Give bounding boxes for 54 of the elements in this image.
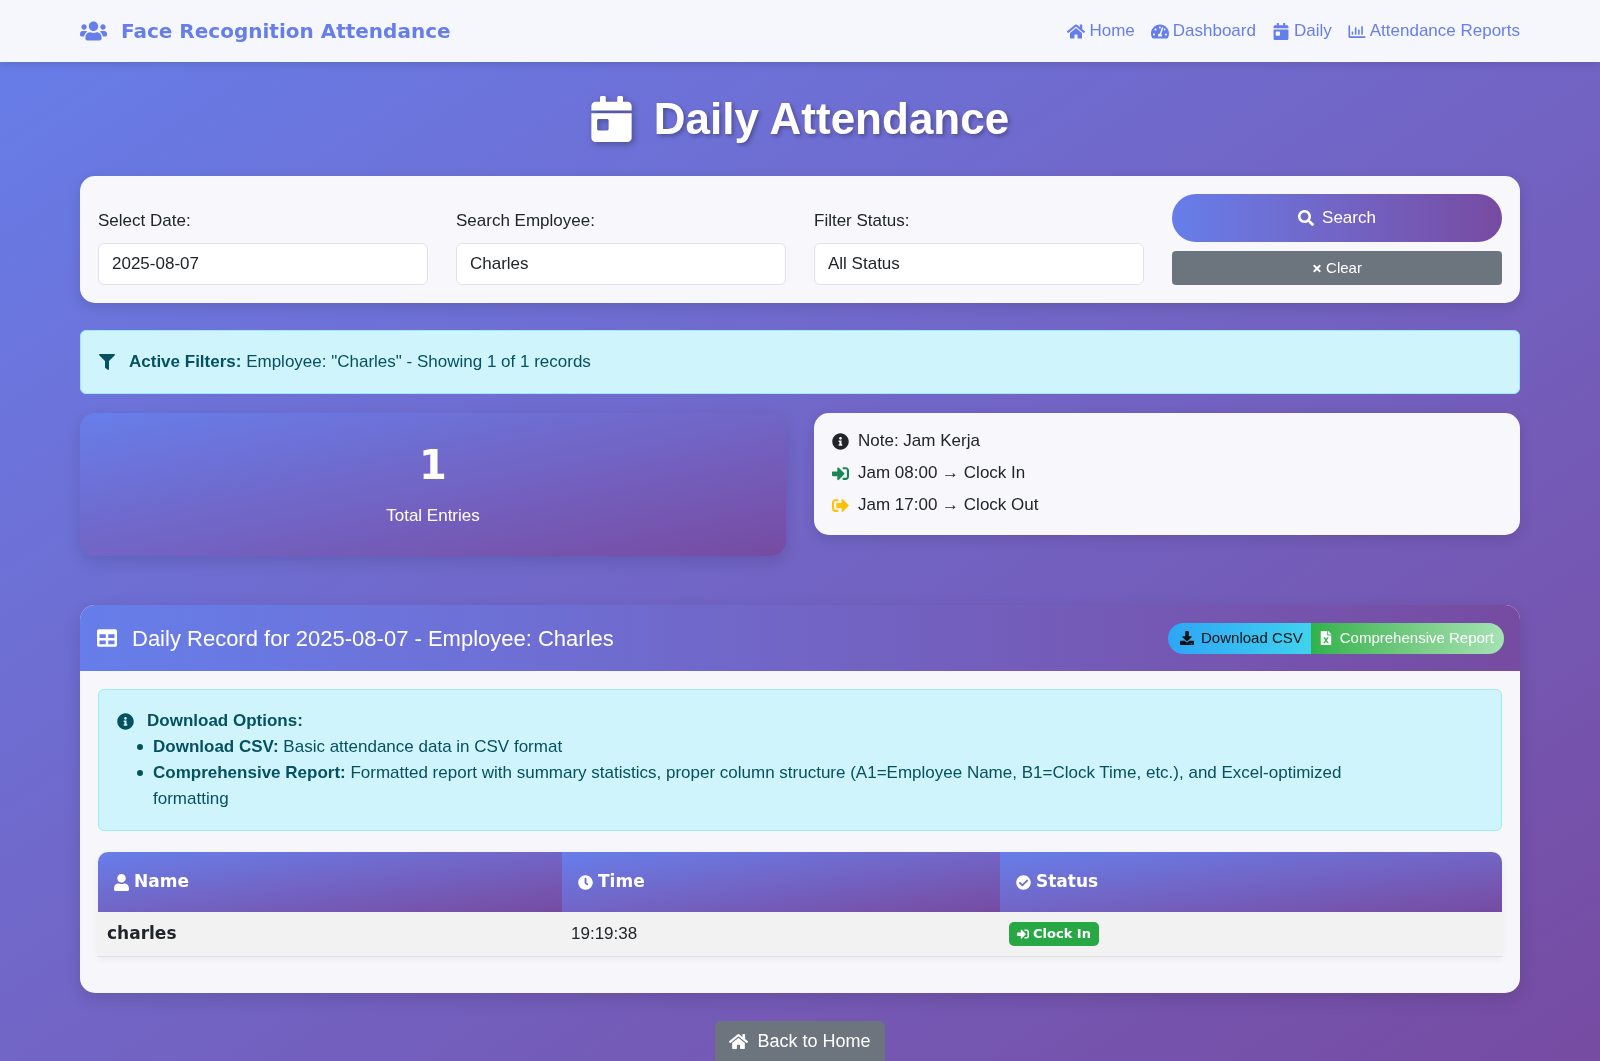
name-cell-text: charles bbox=[107, 922, 177, 946]
status-badge: Clock In bbox=[1009, 922, 1099, 946]
nav-link[interactable]: Daily bbox=[1271, 18, 1332, 44]
column-title: Name bbox=[134, 870, 189, 894]
active-filters-text: Active Filters: Employee: "Charles" - Showing 1 of 1 records bbox=[129, 351, 591, 374]
employee-search-field[interactable]: Charles bbox=[456, 243, 786, 285]
brand-link[interactable]: Face Recognition Attendance bbox=[121, 16, 451, 46]
column-title: Status bbox=[1036, 870, 1099, 894]
info-icon bbox=[117, 712, 134, 730]
home-icon bbox=[1067, 22, 1086, 40]
sign-in-icon bbox=[1017, 928, 1029, 940]
status-filter-field[interactable]: All Status bbox=[814, 243, 1144, 285]
calendar-icon bbox=[1271, 22, 1290, 40]
record-title: Daily Record for 2025-08-07 - Employee: Charles bbox=[132, 624, 614, 653]
filter-icon bbox=[99, 354, 115, 370]
gauge-icon bbox=[1150, 22, 1169, 40]
search-icon bbox=[1298, 210, 1315, 226]
note-text: Jam 08:00 → Clock In bbox=[858, 462, 1026, 485]
nav-link[interactable]: Dashboard bbox=[1150, 18, 1256, 44]
home-icon bbox=[729, 1033, 749, 1050]
calendar-icon bbox=[590, 96, 632, 142]
sign-in-icon bbox=[832, 464, 849, 482]
page-title: Daily Attendance bbox=[653, 93, 1010, 145]
stat-value: 1 bbox=[419, 440, 447, 489]
user-icon bbox=[114, 873, 129, 891]
nav-link[interactable]: Attendance Reports bbox=[1347, 18, 1520, 44]
stat-label: Total Entries bbox=[386, 504, 480, 527]
download-icon bbox=[1180, 631, 1195, 645]
bullet-icon bbox=[137, 770, 143, 776]
table-icon bbox=[96, 628, 118, 648]
column-title: Time bbox=[598, 870, 645, 894]
close-icon bbox=[1312, 262, 1323, 274]
bullet-icon bbox=[137, 744, 143, 750]
search-button[interactable]: Search bbox=[1172, 194, 1502, 242]
date-field[interactable]: 2025-08-07 bbox=[98, 243, 428, 285]
note-text: Note: Jam Kerja bbox=[858, 430, 980, 453]
time-cell-text: 19:19:38 bbox=[571, 923, 638, 946]
download-option-text: Download CSV: Basic attendance data in CSV format bbox=[153, 736, 563, 758]
field-label: Search Employee: bbox=[456, 209, 596, 232]
download-options-title: Download Options: bbox=[147, 710, 303, 732]
users-icon bbox=[80, 20, 107, 42]
field-label: Filter Status: bbox=[814, 209, 911, 232]
clear-button[interactable]: Clear bbox=[1172, 251, 1502, 285]
info-icon bbox=[832, 432, 849, 450]
note-text: Jam 17:00 → Clock Out bbox=[858, 494, 1039, 517]
download-option-text: Comprehensive Report: Formatted report with summary statistics, proper column structure (A1=Employee Name, B1=Clock Time, etc.), and Excel-optimized formatting bbox=[153, 762, 1343, 810]
download-csv-button[interactable]: Download CSV bbox=[1168, 622, 1311, 654]
field-label: Select Date: bbox=[98, 209, 192, 232]
clock-icon bbox=[578, 873, 593, 891]
bar-chart-icon bbox=[1347, 22, 1366, 40]
back-to-home-button[interactable]: Back to Home bbox=[715, 1021, 885, 1061]
sign-out-icon bbox=[832, 496, 849, 514]
nav-link[interactable]: Home bbox=[1067, 18, 1135, 44]
spreadsheet-file-icon bbox=[1318, 631, 1333, 645]
